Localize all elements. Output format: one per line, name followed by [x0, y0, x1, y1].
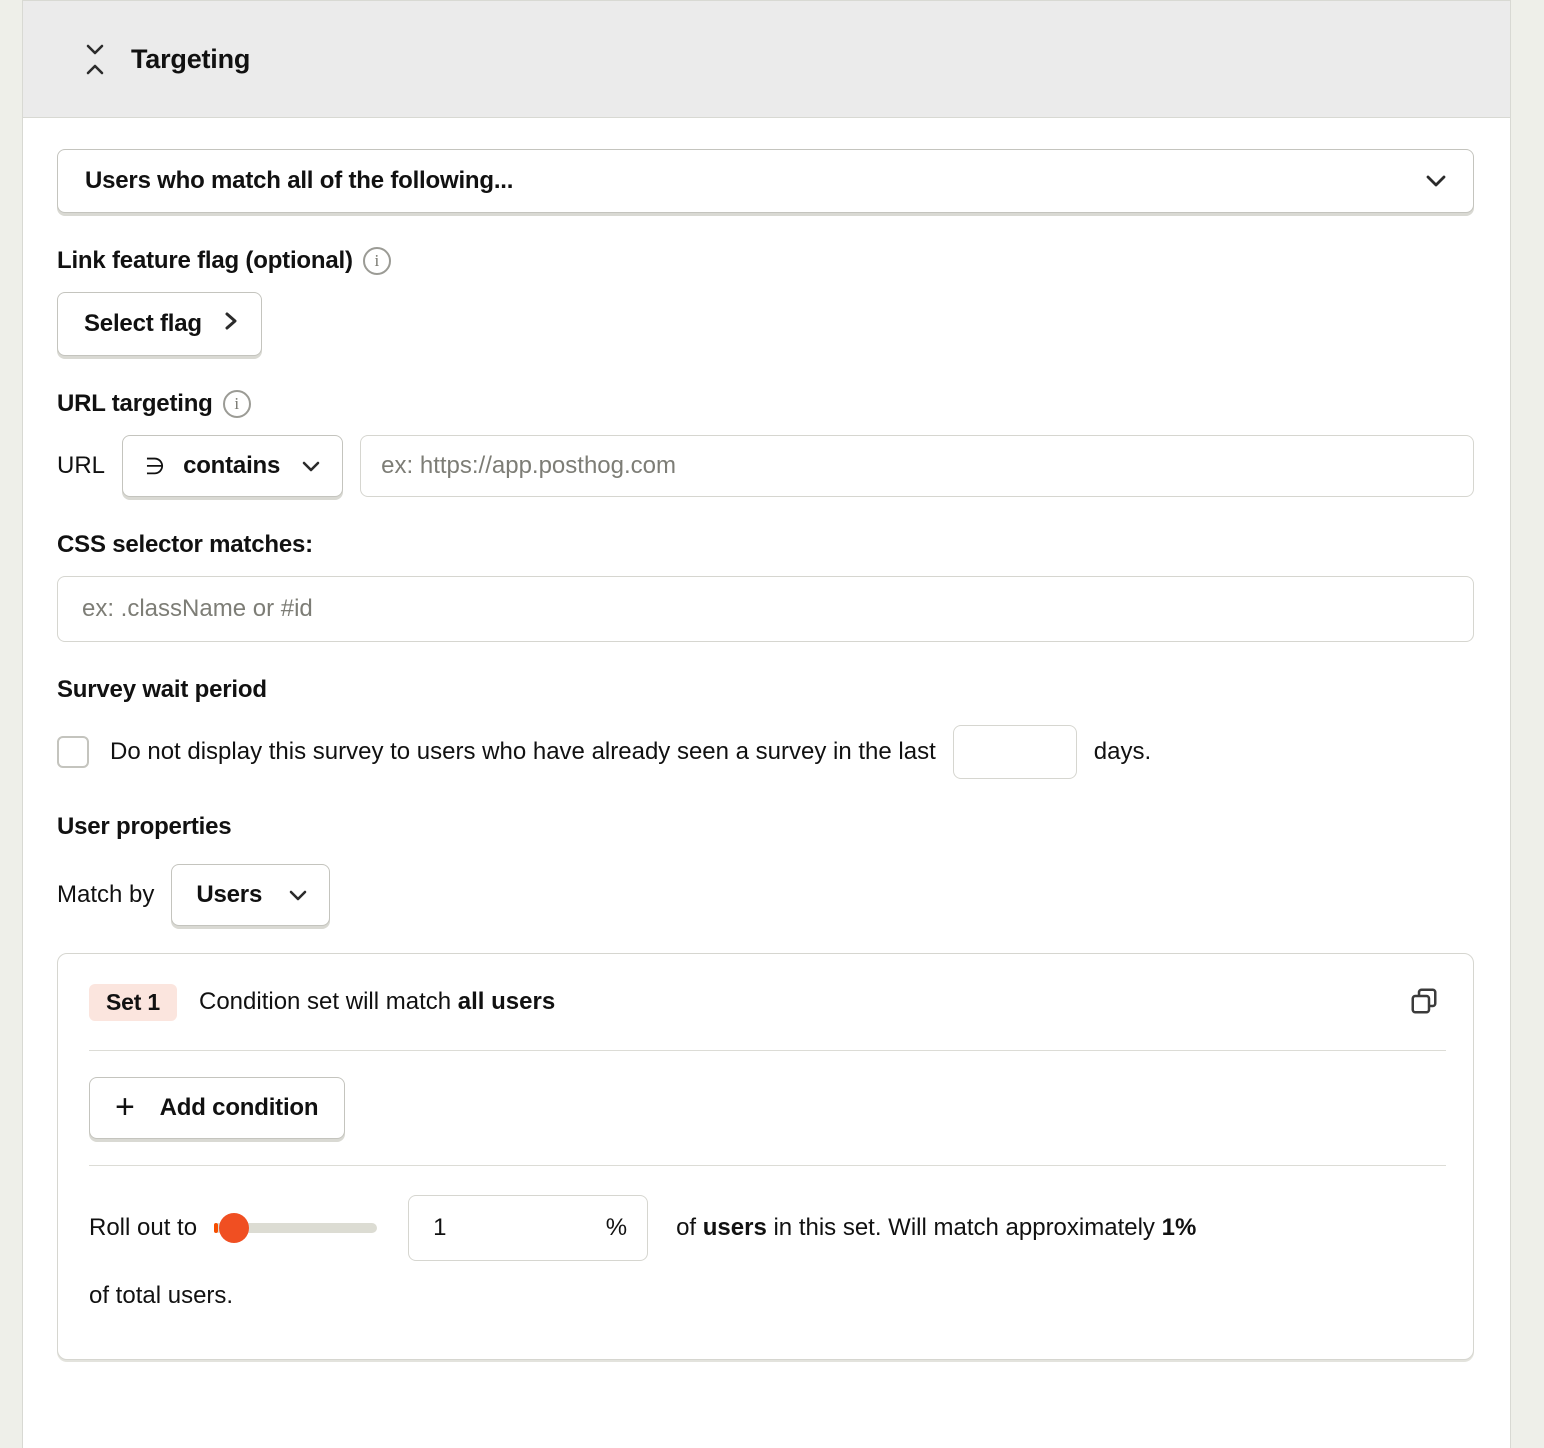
- duplicate-icon: [1409, 986, 1439, 1019]
- info-icon[interactable]: i: [362, 247, 391, 275]
- url-targeting-label: URL targeting: [57, 390, 213, 417]
- targeting-match-select[interactable]: Users who match all of the following...: [57, 149, 1474, 213]
- rollout-slider[interactable]: [214, 1213, 378, 1243]
- rollout-tail-prefix: of: [676, 1214, 703, 1241]
- user-properties-label: User properties: [57, 813, 232, 840]
- select-flag-button[interactable]: Select flag: [57, 292, 262, 356]
- condition-set-description: Condition set will match all users: [199, 988, 555, 1016]
- duplicate-condition-set-button[interactable]: [1402, 980, 1446, 1024]
- url-prefix-label: URL: [57, 452, 106, 479]
- collapse-chevrons-icon[interactable]: [78, 42, 112, 76]
- css-selector-input[interactable]: [57, 576, 1474, 642]
- divider: [89, 1165, 1446, 1166]
- rollout-label: Roll out to: [89, 1214, 198, 1241]
- condition-set-header: Set 1 Condition set will match all users: [89, 980, 1446, 1050]
- user-properties-label-row: User properties: [57, 813, 1474, 841]
- targeting-body: Users who match all of the following... …: [23, 118, 1510, 1360]
- divider: [89, 1050, 1446, 1051]
- rollout-description: of users in this set. Will match approxi…: [676, 1195, 1196, 1261]
- targeting-match-select-value: Users who match all of the following...: [85, 167, 514, 194]
- rollout-section: Roll out to % of users in this set. Will…: [89, 1195, 1446, 1329]
- url-targeting-label-row: URL targeting i: [57, 390, 1474, 418]
- info-icon[interactable]: i: [222, 390, 251, 418]
- rollout-tail-bold-users: users: [702, 1214, 767, 1241]
- page-title: Targeting: [131, 43, 251, 74]
- rollout-percentage-field[interactable]: %: [408, 1195, 649, 1261]
- status-badge: Set 1: [89, 983, 177, 1021]
- condition-set-description-bold: all users: [457, 988, 556, 1015]
- rollout-tail-middle: in this set. Will match approximately: [766, 1214, 1162, 1241]
- rollout-row: Roll out to % of users in this set. Will…: [89, 1195, 1446, 1261]
- condition-set-card: Set 1 Condition set will match all users: [57, 953, 1474, 1360]
- css-selector-label: CSS selector matches:: [57, 531, 313, 558]
- rollout-percentage-input[interactable]: [431, 1213, 572, 1243]
- wait-period-text-after: days.: [1093, 738, 1152, 765]
- wait-period-row: Do not display this survey to users who …: [57, 725, 1474, 779]
- match-by-select[interactable]: Users: [171, 864, 331, 926]
- url-targeting-row: URL ∋ contains: [57, 435, 1474, 497]
- wait-period-checkbox[interactable]: [57, 736, 89, 768]
- match-by-label: Match by: [57, 881, 155, 908]
- chevron-down-icon: [298, 458, 324, 474]
- select-flag-label: Select flag: [84, 310, 202, 337]
- percent-sign-label: %: [605, 1214, 628, 1241]
- wait-period-text-before: Do not display this survey to users who …: [110, 738, 936, 765]
- chevron-right-icon: [223, 309, 239, 340]
- survey-targeting-page: Targeting Users who match all of the fol…: [0, 0, 1544, 1448]
- match-by-value: Users: [196, 881, 263, 908]
- chevron-down-icon: [285, 887, 311, 903]
- plus-icon: +: [115, 1087, 135, 1126]
- slider-thumb[interactable]: [219, 1213, 250, 1243]
- url-value-input[interactable]: [360, 435, 1474, 497]
- match-by-row: Match by Users: [57, 864, 1474, 926]
- rollout-description-second-line: of total users.: [89, 1282, 234, 1309]
- add-condition-button[interactable]: + Add condition: [89, 1077, 346, 1139]
- url-operator-select[interactable]: ∋ contains: [122, 435, 344, 497]
- css-selector-label-row: CSS selector matches:: [57, 531, 1474, 559]
- targeting-panel: Targeting Users who match all of the fol…: [22, 0, 1511, 1448]
- wait-period-label-row: Survey wait period: [57, 676, 1474, 704]
- wait-period-label: Survey wait period: [57, 676, 267, 703]
- add-condition-label: Add condition: [159, 1094, 319, 1121]
- slider-fill: [214, 1223, 219, 1233]
- feature-flag-label-row: Link feature flag (optional) i: [57, 247, 1474, 275]
- targeting-section-header[interactable]: Targeting: [23, 0, 1510, 118]
- contains-symbol-icon: ∋: [145, 452, 166, 479]
- wait-period-days-input[interactable]: [952, 725, 1077, 779]
- condition-set-description-prefix: Condition set will match: [198, 988, 458, 1015]
- condition-set-header-left: Set 1 Condition set will match all users: [89, 983, 555, 1021]
- chevron-down-icon: [1421, 172, 1451, 190]
- rollout-tail-bold-percent: 1%: [1161, 1214, 1197, 1241]
- feature-flag-label: Link feature flag (optional): [57, 247, 353, 274]
- url-operator-value: contains: [183, 452, 281, 479]
